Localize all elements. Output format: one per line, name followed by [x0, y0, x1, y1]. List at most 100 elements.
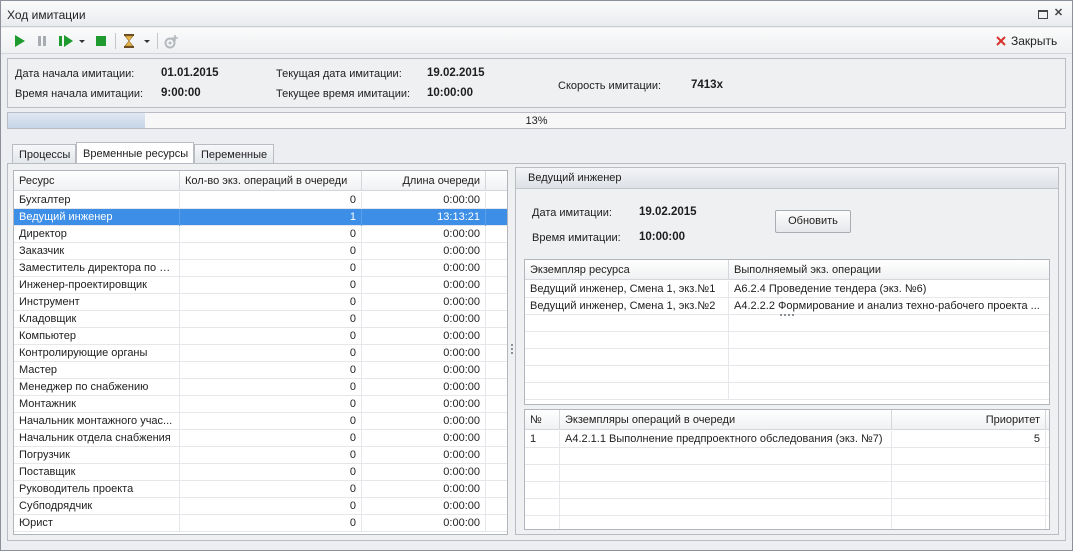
pause-icon[interactable] [36, 33, 48, 49]
table-row[interactable]: Мастер 0 0:00:00 [14, 362, 507, 379]
table-row[interactable]: Ведущий инженер, Смена 1, экз.№1 А6.2.4 П… [525, 281, 1049, 298]
resource-name-cell: Субподрядчик [14, 498, 180, 515]
queue-count-cell: 0 [180, 328, 362, 345]
queue-length-cell: 0:00:00 [362, 396, 486, 413]
refresh-button[interactable]: Обновить [775, 210, 851, 233]
resource-instance-cell: Ведущий инженер, Смена 1, экз.№2 [525, 298, 729, 315]
queue-length-cell: 0:00:00 [362, 311, 486, 328]
tab-temporary-resources[interactable]: Временные ресурсы [76, 142, 194, 164]
table-row[interactable] [525, 482, 1049, 499]
queue-number-cell [525, 465, 560, 482]
column-header-resource-instance[interactable]: Экземпляр ресурса [525, 260, 729, 280]
queue-length-cell: 0:00:00 [362, 362, 486, 379]
tab-variables[interactable]: Переменные [194, 144, 274, 164]
table-row[interactable] [525, 499, 1049, 516]
resource-name-cell: Поставщик [14, 464, 180, 481]
table-row[interactable] [525, 448, 1049, 465]
table-row[interactable]: Инструмент 0 0:00:00 [14, 294, 507, 311]
toolbar-separator [115, 33, 116, 49]
column-header-running-operation[interactable]: Выполняемый экз. операции [729, 260, 1049, 280]
table-row[interactable] [525, 315, 1049, 332]
resource-detail-panel: Ведущий инженер Дата имитации: 19.02.201… [515, 167, 1059, 535]
table-row[interactable]: Компьютер 0 0:00:00 [14, 328, 507, 345]
table-row[interactable]: Начальник отдела снабжения 0 0:00:00 [14, 430, 507, 447]
queue-count-cell: 0 [180, 430, 362, 447]
table-row[interactable]: Начальник монтажного учас... 0 0:00:00 [14, 413, 507, 430]
resources-grid-header: Ресурс Кол-во экз. операций в очереди Дл… [14, 171, 507, 191]
close-button[interactable]: Закрыть [995, 33, 1057, 49]
queue-length-cell: 0:00:00 [362, 447, 486, 464]
column-header-resource[interactable]: Ресурс [14, 171, 180, 191]
tab-processes[interactable]: Процессы [12, 144, 76, 164]
dropdown-arrow-icon[interactable] [78, 33, 86, 49]
queue-length-cell: 0:00:00 [362, 481, 486, 498]
simulation-info-panel: Дата начала имитации: 01.01.2015 Время н… [7, 58, 1066, 108]
table-row[interactable] [525, 383, 1049, 400]
queue-count-cell: 0 [180, 294, 362, 311]
table-row[interactable]: Монтажник 0 0:00:00 [14, 396, 507, 413]
table-row[interactable]: 1 А4.2.1.1 Выполнение предпроектного обсл… [525, 431, 1049, 448]
table-row[interactable]: Руководитель проекта 0 0:00:00 [14, 481, 507, 498]
tab-panel-temporary-resources: Ресурс Кол-во экз. операций в очереди Дл… [7, 163, 1066, 541]
running-operation-cell: А4.2.2.2 Формирование и анализ техно-раб… [734, 300, 1040, 312]
running-operation-cell [729, 366, 1049, 383]
step-icon[interactable] [58, 33, 74, 49]
resource-name-cell: Заказчик [14, 243, 180, 260]
queued-operation-cell [560, 499, 892, 516]
table-row[interactable]: Инженер-проектировщик 0 0:00:00 [14, 277, 507, 294]
queue-number-cell: 1 [525, 431, 560, 448]
operation-queue-grid: № Экземпляры операций в очереди Приорите… [524, 409, 1050, 530]
table-row[interactable]: Погрузчик 0 0:00:00 [14, 447, 507, 464]
table-row[interactable] [525, 349, 1049, 366]
queue-length-cell: 0:00:00 [362, 260, 486, 277]
add-gear-icon[interactable] [163, 33, 181, 49]
table-row[interactable]: Бухгалтер 0 0:00:00 [14, 192, 507, 209]
column-header-number[interactable]: № [525, 410, 560, 430]
table-row[interactable]: Заказчик 0 0:00:00 [14, 243, 507, 260]
queue-length-cell: 0:00:00 [362, 464, 486, 481]
play-icon[interactable] [13, 33, 27, 49]
table-row[interactable]: Кладовщик 0 0:00:00 [14, 311, 507, 328]
vertical-splitter[interactable] [511, 344, 513, 358]
column-header-queue-count[interactable]: Кол-во экз. операций в очереди [180, 171, 362, 191]
hourglass-icon[interactable] [122, 33, 136, 49]
table-row[interactable] [525, 516, 1049, 529]
queue-count-cell: 0 [180, 515, 362, 532]
queue-count-cell: 0 [180, 379, 362, 396]
current-time-label: Текущее время имитации: [276, 88, 411, 100]
running-operation-cell [729, 383, 1049, 400]
table-row[interactable]: Заместитель директора по п... 0 0:00:00 [14, 260, 507, 277]
resource-instance-cell [525, 315, 729, 332]
resource-instance-cell [525, 366, 729, 383]
stop-icon[interactable] [94, 33, 108, 49]
restore-icon[interactable] [1037, 8, 1048, 19]
table-row[interactable] [525, 465, 1049, 482]
resource-name-cell: Заместитель директора по п... [14, 260, 180, 277]
table-row[interactable]: Ведущий инженер 1 13:13:21 [14, 209, 507, 226]
priority-cell [892, 516, 1046, 529]
resource-name-cell: Руководитель проекта [14, 481, 180, 498]
close-window-icon[interactable]: ✕ [1053, 8, 1064, 19]
resource-instance-cell [525, 349, 729, 366]
table-row[interactable]: Директор 0 0:00:00 [14, 226, 507, 243]
resource-name-cell: Юрист [14, 515, 180, 532]
table-row[interactable]: Менеджер по снабжению 0 0:00:00 [14, 379, 507, 396]
column-header-queue-length[interactable]: Длина очереди [362, 171, 486, 191]
current-date-label: Текущая дата имитации: [276, 68, 402, 80]
start-date-label: Дата начала имитации: [15, 68, 135, 80]
table-row[interactable]: Субподрядчик 0 0:00:00 [14, 498, 507, 515]
column-header-queued-operations[interactable]: Экземпляры операций в очереди [560, 410, 892, 430]
column-header-priority[interactable]: Приоритет [892, 410, 1046, 430]
horizontal-splitter[interactable] [780, 314, 794, 316]
table-row[interactable] [525, 332, 1049, 349]
table-row[interactable]: Юрист 0 0:00:00 [14, 515, 507, 532]
table-row[interactable] [525, 366, 1049, 383]
simulation-progress-bar: 13% [7, 112, 1066, 129]
priority-cell [892, 499, 1046, 516]
queue-count-cell: 0 [180, 362, 362, 379]
dropdown-arrow-icon[interactable] [143, 33, 151, 49]
table-row[interactable]: Поставщик 0 0:00:00 [14, 464, 507, 481]
table-row[interactable]: Ведущий инженер, Смена 1, экз.№2 А4.2.2.2… [525, 298, 1049, 315]
toolbar-separator [157, 33, 158, 49]
table-row[interactable]: Контролирующие органы 0 0:00:00 [14, 345, 507, 362]
